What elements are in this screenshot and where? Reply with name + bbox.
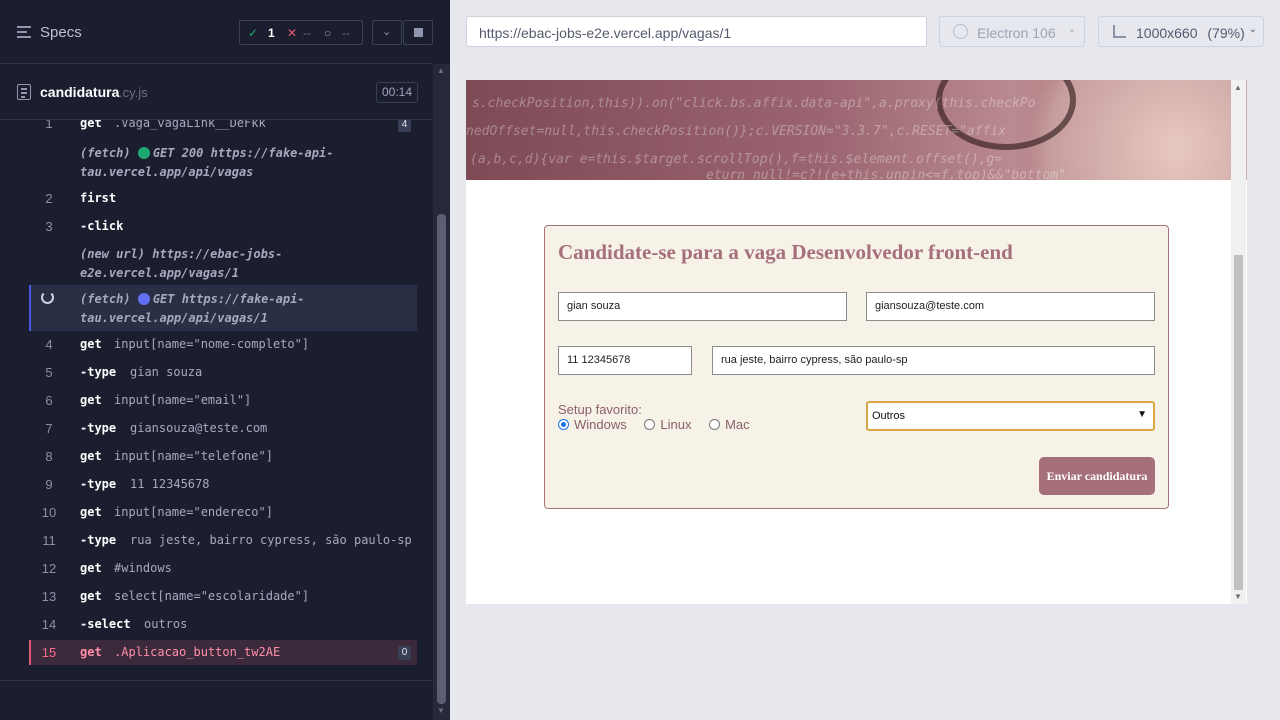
- command-row[interactable]: 10 get input[name="endereco"]: [29, 505, 417, 529]
- viewport-selector[interactable]: 1000x660 (79%) ⌄: [1098, 16, 1264, 47]
- escolaridade-select[interactable]: Outros ▼: [866, 401, 1155, 431]
- command-log: 1 get .Vaga_vagaLink__DeFkk 4 (fetch) GE…: [0, 120, 433, 680]
- email-input[interactable]: giansouza@teste.com: [866, 292, 1155, 321]
- submit-application-button[interactable]: Enviar candidatura: [1039, 457, 1155, 495]
- failed-count: --: [303, 26, 311, 40]
- endereco-input[interactable]: rua jeste, bairro cypress, são paulo-sp: [712, 346, 1155, 375]
- setup-radio-group: Windows Linux Mac: [558, 417, 750, 432]
- pending-count: --: [342, 26, 350, 40]
- reporter-scrollbar[interactable]: ▲ ▼: [433, 64, 450, 720]
- command-row[interactable]: 4 get input[name="nome-completo"]: [29, 337, 417, 361]
- specs-header: Specs ✓ 1 ✕ -- ○ -- ⌄: [0, 0, 433, 64]
- command-row[interactable]: 2 first: [29, 191, 417, 215]
- command-row[interactable]: 6 get input[name="email"]: [29, 393, 417, 417]
- chevron-down-icon: ⌄: [1248, 24, 1257, 35]
- scrollbar-thumb[interactable]: [437, 214, 446, 704]
- test-duration: 00:14: [376, 82, 418, 103]
- element-count-badge: 0: [398, 646, 411, 660]
- specs-label[interactable]: Specs: [40, 24, 82, 41]
- aut-panel: https://ebac-jobs-e2e.vercel.app/vagas/1…: [450, 0, 1280, 720]
- form-title: Candidate-se para a vaga Desenvolvedor f…: [558, 240, 1013, 264]
- cypress-runner: Specs ✓ 1 ✕ -- ○ -- ⌄ candidatura .cy.js: [0, 0, 1280, 720]
- status-dot-icon: [137, 147, 150, 159]
- nome-completo-input[interactable]: gian souza: [558, 292, 847, 321]
- radio-icon: [644, 419, 656, 430]
- chevron-down-icon: ⌄: [1067, 24, 1076, 35]
- spec-file-name[interactable]: candidatura: [40, 84, 119, 100]
- pending-dot-icon: [137, 293, 150, 305]
- app-under-test: s.checkPosition,this)).on("click.bs.affi…: [466, 80, 1247, 604]
- reporter-footer: [0, 680, 433, 720]
- pending-icon: ○: [324, 26, 332, 40]
- command-row-failed[interactable]: 15 get .Aplicacao_button_tw2AE 0: [29, 640, 417, 665]
- collapse-button[interactable]: ⌄: [372, 20, 402, 45]
- specs-menu-icon[interactable]: [17, 25, 33, 39]
- command-row[interactable]: 3 -click: [29, 219, 417, 243]
- scroll-down-icon[interactable]: ▼: [1234, 592, 1242, 601]
- fetch-log-row-pending[interactable]: (fetch) GET https://fake-api- tau.vercel…: [29, 285, 417, 331]
- chevron-down-icon: ⌄: [382, 26, 392, 38]
- ruler-icon: [1113, 25, 1126, 38]
- command-row[interactable]: 11 -type rua jeste, bairro cypress, são …: [29, 533, 417, 557]
- reporter-panel: Specs ✓ 1 ✕ -- ○ -- ⌄ candidatura .cy.js: [0, 0, 450, 720]
- chevron-down-icon: ▼: [1137, 409, 1147, 420]
- radio-mac[interactable]: Mac: [709, 417, 750, 432]
- document-icon: [17, 84, 31, 100]
- test-stats: ✓ 1 ✕ -- ○ --: [239, 20, 363, 45]
- passed-count: 1: [268, 26, 275, 40]
- loading-spinner-icon: [41, 291, 54, 304]
- fetch-log-row[interactable]: (fetch) GET 200 https://fake-api- tau.ve…: [29, 146, 417, 184]
- browser-selector[interactable]: Electron 106 ⌄: [939, 16, 1085, 47]
- element-count-badge: 4: [398, 120, 411, 132]
- command-row[interactable]: 14 -select outros: [29, 617, 417, 641]
- scrollbar-thumb[interactable]: [1234, 255, 1243, 590]
- application-form: Candidate-se para a vaga Desenvolvedor f…: [544, 225, 1169, 509]
- radio-linux[interactable]: Linux: [644, 417, 691, 432]
- spec-file-ext: .cy.js: [119, 85, 148, 100]
- passed-icon: ✓: [248, 26, 259, 40]
- scroll-down-icon[interactable]: ▼: [437, 706, 445, 715]
- telefone-input[interactable]: 11 12345678: [558, 346, 692, 375]
- command-row[interactable]: 12 get #windows: [29, 561, 417, 585]
- new-url-log-row[interactable]: (new url) https://ebac-jobs- e2e.vercel.…: [29, 247, 417, 285]
- command-row[interactable]: 13 get select[name="escolaridade"]: [29, 589, 417, 613]
- setup-label: Setup favorito:: [558, 402, 642, 417]
- scroll-up-icon[interactable]: ▲: [437, 66, 445, 75]
- scroll-up-icon[interactable]: ▲: [1234, 83, 1242, 92]
- url-bar[interactable]: https://ebac-jobs-e2e.vercel.app/vagas/1: [466, 16, 927, 47]
- hero-banner-image: s.checkPosition,this)).on("click.bs.affi…: [466, 80, 1247, 180]
- radio-icon: [709, 419, 721, 430]
- aut-scrollbar[interactable]: ▲ ▼: [1231, 80, 1246, 604]
- command-row[interactable]: 5 -type gian souza: [29, 365, 417, 389]
- spec-file-header: candidatura .cy.js 00:14: [0, 64, 433, 120]
- radio-windows[interactable]: Windows: [558, 417, 627, 432]
- stop-button[interactable]: [403, 20, 433, 45]
- radio-checked-icon: [558, 419, 569, 430]
- failed-icon: ✕: [287, 26, 298, 40]
- electron-icon: [953, 24, 968, 39]
- stop-icon: [414, 28, 423, 37]
- command-row[interactable]: 1 get .Vaga_vagaLink__DeFkk 4: [29, 120, 417, 140]
- command-row[interactable]: 8 get input[name="telefone"]: [29, 449, 417, 473]
- command-row[interactable]: 7 -type giansouza@teste.com: [29, 421, 417, 445]
- command-row[interactable]: 9 -type 11 12345678: [29, 477, 417, 501]
